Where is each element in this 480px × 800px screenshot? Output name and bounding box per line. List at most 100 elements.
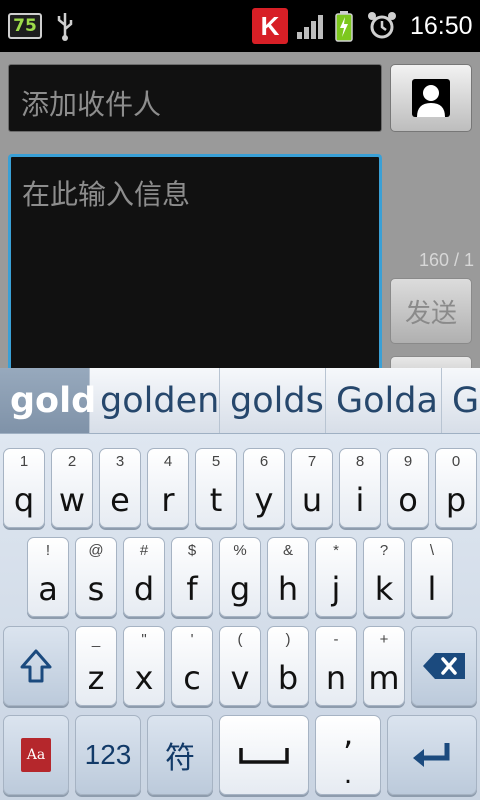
key-b[interactable]: ) b <box>267 626 309 706</box>
key-label: v <box>230 659 250 697</box>
key-hint: 0 <box>451 453 461 470</box>
char-counter: 160 / 1 <box>418 250 474 270</box>
key-label: z <box>87 659 105 697</box>
key-o[interactable]: 9o <box>387 448 429 528</box>
key-label: a <box>38 570 58 608</box>
key-label: o <box>398 481 418 519</box>
key-hint: @ <box>88 542 104 559</box>
key-label: k <box>374 570 394 608</box>
key-l[interactable]: \ l <box>411 537 453 617</box>
key-z[interactable]: _ z <box>75 626 117 706</box>
dictionary-label: Aa <box>21 738 51 772</box>
battery-percent-text: 75 <box>8 13 42 39</box>
numbers-label: 123 <box>84 739 132 770</box>
suggestion-item[interactable]: golds <box>220 368 326 433</box>
key-hint: _ <box>91 631 101 648</box>
key-label: s <box>87 570 105 608</box>
recipient-input[interactable]: 添加收件人 <box>8 64 382 132</box>
send-button[interactable]: 发送 <box>390 278 472 344</box>
key-c[interactable]: ' c <box>171 626 213 706</box>
key-label: f <box>186 570 198 608</box>
k-app-icon: K <box>252 0 288 52</box>
punctuation-hint: . <box>343 760 353 790</box>
key-label: c <box>183 659 201 697</box>
key-hint: - <box>333 631 339 648</box>
dictionary-icon: Aa <box>4 716 68 794</box>
key-p[interactable]: 0p <box>435 448 477 528</box>
key-m[interactable]: + m <box>363 626 405 706</box>
key-hint: * <box>333 542 339 559</box>
key-t[interactable]: 5t <box>195 448 237 528</box>
battery-percent-icon: 75 <box>8 0 42 52</box>
shift-icon <box>4 627 68 705</box>
backspace-icon <box>412 627 476 705</box>
add-contact-button[interactable] <box>390 64 472 132</box>
key-label: l <box>427 570 437 608</box>
key-d[interactable]: # d <box>123 537 165 617</box>
shift-key[interactable] <box>3 626 69 706</box>
soft-keyboard: 1q 2w 3e 4r 5t 6y 7u 8i 9o 0p ! a @ s # d $… <box>0 434 480 800</box>
suggestion-item[interactable]: Golda <box>326 368 442 433</box>
key-x[interactable]: " x <box>123 626 165 706</box>
key-hint: 5 <box>211 453 221 470</box>
key-e[interactable]: 3e <box>99 448 141 528</box>
numbers-key[interactable]: 123 <box>75 715 141 795</box>
battery-icon <box>334 0 354 52</box>
message-input[interactable]: 在此输入信息 <box>8 154 382 374</box>
key-label: j <box>331 570 341 608</box>
key-label: h <box>277 570 299 608</box>
alarm-icon <box>366 0 398 52</box>
key-n[interactable]: -n <box>315 626 357 706</box>
key-hint: 8 <box>355 453 365 470</box>
key-label: u <box>301 481 323 519</box>
key-u[interactable]: 7u <box>291 448 333 528</box>
key-hint: $ <box>187 542 197 559</box>
key-v[interactable]: (v <box>219 626 261 706</box>
key-q[interactable]: 1q <box>3 448 45 528</box>
key-hint: 7 <box>307 453 317 470</box>
punctuation-key[interactable]: ’ . <box>315 715 381 795</box>
key-k[interactable]: ? k <box>363 537 405 617</box>
enter-key[interactable] <box>387 715 477 795</box>
suggestion-item[interactable]: Go <box>442 368 480 433</box>
key-i[interactable]: 8i <box>339 448 381 528</box>
key-label: n <box>325 659 347 697</box>
key-hint: " <box>141 631 147 648</box>
key-g[interactable]: % g <box>219 537 261 617</box>
suggestion-item[interactable]: gold <box>0 368 96 433</box>
key-y[interactable]: 6y <box>243 448 285 528</box>
space-key[interactable] <box>219 715 309 795</box>
dictionary-key[interactable]: Aa <box>3 715 69 795</box>
key-label: e <box>110 481 130 519</box>
key-hint: 6 <box>259 453 269 470</box>
key-label: q <box>13 481 35 519</box>
key-label: p <box>445 481 467 519</box>
space-icon <box>220 716 308 794</box>
delete-key[interactable] <box>411 626 477 706</box>
key-label: t <box>209 481 223 519</box>
key-f[interactable]: $ f <box>171 537 213 617</box>
key-j[interactable]: * j <box>315 537 357 617</box>
key-hint: 2 <box>67 453 77 470</box>
clock: 16:50 <box>410 11 473 40</box>
key-hint: 1 <box>19 453 29 470</box>
key-hint: \ <box>429 542 435 559</box>
key-hint: ( <box>237 631 243 648</box>
contact-icon <box>412 79 450 117</box>
key-a[interactable]: ! a <box>27 537 69 617</box>
key-h[interactable]: & h <box>267 537 309 617</box>
key-hint: ' <box>190 631 194 648</box>
key-s[interactable]: @ s <box>75 537 117 617</box>
key-w[interactable]: 2w <box>51 448 93 528</box>
key-label: d <box>133 570 155 608</box>
symbols-label: 符 <box>165 741 195 776</box>
key-hint: ? <box>379 542 389 559</box>
key-label: m <box>368 659 400 697</box>
symbols-key[interactable]: 符 <box>147 715 213 795</box>
key-hint: 9 <box>403 453 413 470</box>
key-label: i <box>355 481 365 519</box>
key-r[interactable]: 4r <box>147 448 189 528</box>
key-label: r <box>161 481 175 519</box>
suggestion-item[interactable]: golden <box>90 368 220 433</box>
key-hint: ) <box>285 631 291 648</box>
